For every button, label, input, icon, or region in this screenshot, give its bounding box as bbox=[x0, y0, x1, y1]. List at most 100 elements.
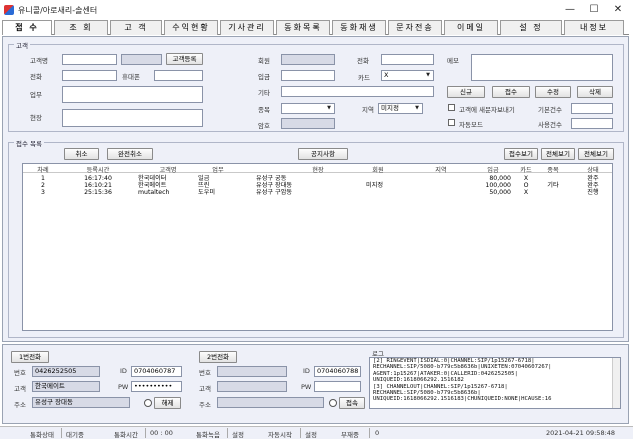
column-header[interactable]: 지역 bbox=[421, 165, 461, 174]
window-title: 유니콜/아로새리-솔센터 bbox=[18, 6, 98, 15]
call2-address-field bbox=[217, 397, 324, 408]
tab-my-info[interactable]: 내정보 bbox=[564, 20, 624, 35]
log-line: UNIQUEID:1618066292.1516183|CHUNIQUEID:N… bbox=[373, 396, 552, 403]
tab-call-list[interactable]: 동화목록 bbox=[276, 20, 330, 35]
call2-title[interactable]: 2번전화 bbox=[199, 351, 237, 363]
work-input[interactable] bbox=[62, 86, 203, 103]
card-select[interactable]: X ▼ bbox=[381, 70, 434, 81]
call2-address-label: 주소 bbox=[199, 401, 211, 409]
call2-connect-button[interactable]: 접속 bbox=[339, 397, 365, 409]
table-row[interactable]: 1 16:17:40 한국데이터 일금 유성구 궁동 80,000 X 완주 bbox=[23, 175, 612, 182]
call2-id-field[interactable]: 0704060788 bbox=[314, 366, 361, 377]
tab-driver-management[interactable]: 기사관리 bbox=[220, 20, 274, 35]
edit-button[interactable]: 수정 bbox=[535, 86, 571, 98]
column-header[interactable]: 고객명 bbox=[138, 165, 198, 174]
row-site: 유성구 궁동 bbox=[256, 175, 287, 182]
customer-sms-checkbox[interactable] bbox=[448, 104, 455, 111]
region-select[interactable]: 미지정 ▼ bbox=[378, 103, 423, 114]
table-row[interactable]: 3 25:15:36 mutaltech 도우미 유성구 구암동 50,000 … bbox=[23, 189, 612, 196]
column-header[interactable]: 회원 bbox=[353, 165, 403, 174]
work-label: 업무 bbox=[30, 91, 42, 99]
cancel-button[interactable]: 취소 bbox=[64, 148, 99, 160]
phone-input[interactable] bbox=[62, 70, 117, 81]
row-name: mutaltech bbox=[138, 189, 170, 196]
call1-title[interactable]: 1번전화 bbox=[11, 351, 49, 363]
row-time: 16:10:21 bbox=[84, 182, 112, 189]
tab-receipt[interactable]: 접 수 bbox=[2, 20, 52, 35]
used-count-field[interactable] bbox=[571, 118, 613, 129]
table-row[interactable]: 2 16:10:21 한국메이트 뜨린 유성구 장대동 미지정 100,000 … bbox=[23, 182, 612, 189]
call1-id-field[interactable]: 0704060787 bbox=[131, 366, 182, 377]
deposit-input[interactable] bbox=[281, 70, 335, 81]
deposit-label: 입금 bbox=[258, 73, 270, 81]
call1-radio[interactable] bbox=[144, 399, 152, 407]
row-state: 완주 bbox=[587, 175, 599, 182]
call2-customer-field bbox=[217, 381, 287, 392]
site-input[interactable] bbox=[62, 109, 203, 127]
total-view-button[interactable]: 전체보기 bbox=[578, 148, 614, 160]
call2-pw-field[interactable] bbox=[314, 381, 361, 392]
notice-button[interactable]: 공지사항 bbox=[298, 148, 348, 160]
tab-customer[interactable]: 고 객 bbox=[110, 20, 162, 35]
mobile-input[interactable] bbox=[154, 70, 203, 81]
row-work: 일금 bbox=[198, 175, 210, 182]
memo-label: 메모 bbox=[447, 57, 459, 65]
column-header[interactable]: 업무 bbox=[193, 165, 243, 174]
base-count-field[interactable] bbox=[571, 103, 613, 114]
column-header[interactable]: 현장 bbox=[283, 165, 353, 174]
tab-revenue[interactable]: 수익현황 bbox=[164, 20, 218, 35]
tel-label: 전화 bbox=[357, 57, 369, 65]
tab-sms[interactable]: 문자전송 bbox=[388, 20, 442, 35]
column-header[interactable]: 차례 bbox=[25, 165, 61, 174]
row-work: 뜨린 bbox=[198, 182, 210, 189]
type-select[interactable]: ▼ bbox=[281, 103, 335, 114]
column-header[interactable]: 입금 bbox=[473, 165, 513, 174]
code-field bbox=[281, 118, 335, 129]
receive-button[interactable]: 접수 bbox=[492, 86, 530, 98]
new-button[interactable]: 신규 bbox=[447, 86, 485, 98]
etc-input[interactable] bbox=[281, 86, 434, 97]
log-box[interactable]: [2] RINGEVENT|ISDIAL:0|CHANNEL:SIP/1p152… bbox=[369, 357, 621, 409]
column-header[interactable]: 상태 bbox=[578, 165, 608, 174]
delete-button[interactable]: 삭제 bbox=[577, 86, 613, 98]
column-header[interactable]: 카드 bbox=[516, 165, 536, 174]
name-input[interactable] bbox=[62, 54, 117, 65]
tab-search[interactable]: 조 회 bbox=[54, 20, 108, 35]
register-customer-button[interactable]: 고객등록 bbox=[166, 53, 203, 65]
call-time-value: 00 : 00 bbox=[150, 429, 173, 437]
tab-settings[interactable]: 설 정 bbox=[500, 20, 562, 35]
column-header[interactable]: 등록시간 bbox=[73, 165, 123, 174]
all-view-button[interactable]: 전체보기 bbox=[541, 148, 575, 160]
code-label: 암호 bbox=[258, 122, 270, 130]
receipt-table[interactable]: 차례 등록시간 고객명 업무 현장 회원 지역 입금 카드 종목 상태 1 16… bbox=[22, 163, 613, 331]
call1-hangup-button[interactable]: 해제 bbox=[154, 397, 181, 409]
tab-email[interactable]: 이메일 bbox=[444, 20, 498, 35]
full-cancel-button[interactable]: 완전취소 bbox=[107, 148, 153, 160]
row-card: X bbox=[523, 175, 529, 182]
column-header[interactable]: 종목 bbox=[538, 165, 568, 174]
tab-call-play[interactable]: 동화재생 bbox=[332, 20, 386, 35]
auto-label: 자동시작 bbox=[268, 431, 292, 439]
absent-label: 부재중 bbox=[341, 431, 359, 439]
call-state-label: 통화상태 bbox=[30, 431, 54, 439]
maximize-button[interactable]: ☐ bbox=[584, 3, 604, 17]
auto-mode-checkbox[interactable] bbox=[448, 119, 455, 126]
row-time: 25:15:36 bbox=[84, 189, 112, 196]
base-count-label: 기본건수 bbox=[538, 106, 562, 114]
customer-sms-label: 고객에 새문자보내기 bbox=[459, 106, 515, 114]
call2-number-field bbox=[217, 366, 287, 377]
divider bbox=[61, 428, 62, 438]
call2-radio[interactable] bbox=[329, 399, 337, 407]
memo-input[interactable] bbox=[471, 54, 613, 81]
close-button[interactable]: ✕ bbox=[608, 3, 628, 17]
receipt-section-title: 접수 목록 bbox=[14, 138, 44, 148]
call1-pw-field[interactable]: •••••••••• bbox=[131, 381, 182, 392]
auto-mode-label: 자동모드 bbox=[459, 121, 483, 129]
minimize-button[interactable]: — bbox=[560, 3, 580, 17]
log-scrollbar[interactable] bbox=[612, 358, 620, 408]
absent-value: 0 bbox=[375, 429, 380, 437]
tel-input[interactable] bbox=[381, 54, 434, 65]
row-name: 한국데이터 bbox=[138, 175, 167, 182]
receipt-view-button[interactable]: 접수보기 bbox=[504, 148, 538, 160]
datetime: 2021-04-21 09:58:48 bbox=[546, 429, 616, 437]
